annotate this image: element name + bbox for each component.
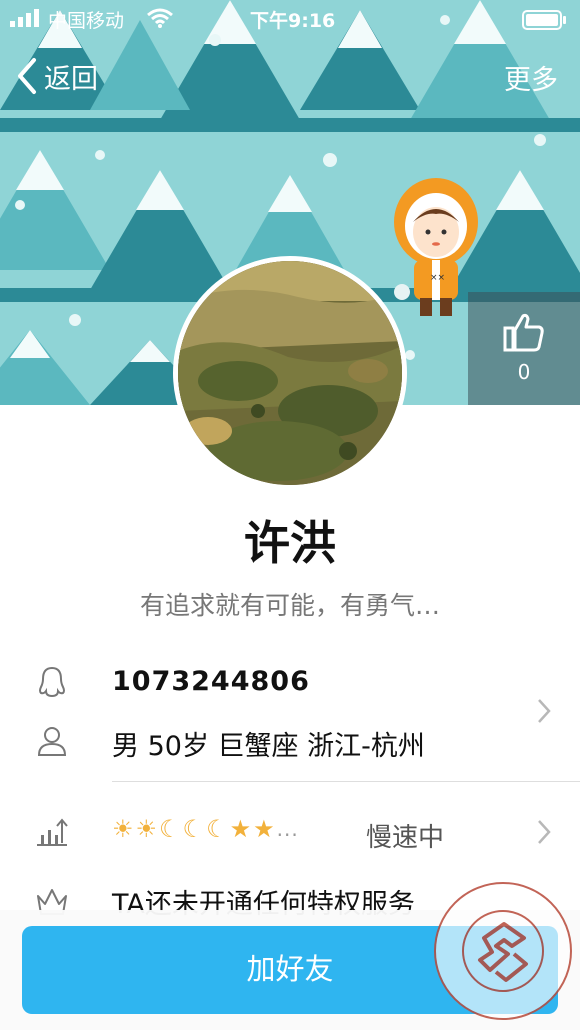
- back-button[interactable]: 返回: [14, 56, 98, 96]
- carrier-name: 中国移动: [48, 10, 125, 32]
- watermark-logo: [434, 882, 572, 1020]
- qq-penguin-icon: [39, 666, 65, 698]
- wifi-icon: [147, 8, 173, 28]
- moon-icon: ☾: [159, 815, 181, 843]
- chevron-right-icon[interactable]: [536, 697, 552, 725]
- divider: [112, 781, 580, 782]
- avatar[interactable]: [173, 256, 407, 490]
- moon-icon: ☾: [182, 815, 205, 843]
- qq-number: 1073244806: [112, 666, 310, 697]
- clock: 下午9:16: [250, 10, 336, 32]
- level-more: ...: [276, 817, 299, 841]
- svg-text:××: ××: [430, 273, 445, 283]
- level-status: 慢速中: [366, 823, 445, 853]
- star-icon: ★: [253, 815, 275, 843]
- like-button[interactable]: 0: [468, 292, 580, 405]
- level-chart-icon: [37, 818, 68, 846]
- moon-icon: ☾: [206, 815, 228, 843]
- battery-icon: [522, 10, 566, 30]
- level-badges: ☀ ☀ ☾ ☾ ☾ ★ ★: [112, 815, 275, 843]
- thumbs-up-icon: [503, 313, 544, 352]
- sun-icon: ☀: [112, 815, 134, 843]
- profile-signature[interactable]: 有追求就有可能，有勇气…: [0, 586, 580, 622]
- person-icon: [37, 727, 67, 756]
- chevron-right-icon[interactable]: [536, 818, 552, 846]
- chevron-left-icon: [18, 58, 36, 94]
- landscape-painting-avatar: [178, 261, 402, 485]
- back-label: 返回: [44, 63, 98, 95]
- level-row[interactable]: ☀ ☀ ☾ ☾ ☾ ★ ★ ...: [112, 815, 299, 843]
- status-bar: 中国移动 下午9:16: [0, 0, 580, 38]
- star-icon: ★: [229, 815, 252, 843]
- cellular-signal-icon: [10, 9, 39, 27]
- more-button[interactable]: 更多: [504, 58, 558, 97]
- watermark-seal: [432, 880, 574, 1022]
- profile-name: 许洪: [244, 516, 336, 570]
- sun-icon: ☀: [135, 815, 158, 843]
- like-count: 0: [517, 360, 531, 384]
- profile-details[interactable]: 男 50岁 巨蟹座 浙江-杭州: [112, 724, 425, 763]
